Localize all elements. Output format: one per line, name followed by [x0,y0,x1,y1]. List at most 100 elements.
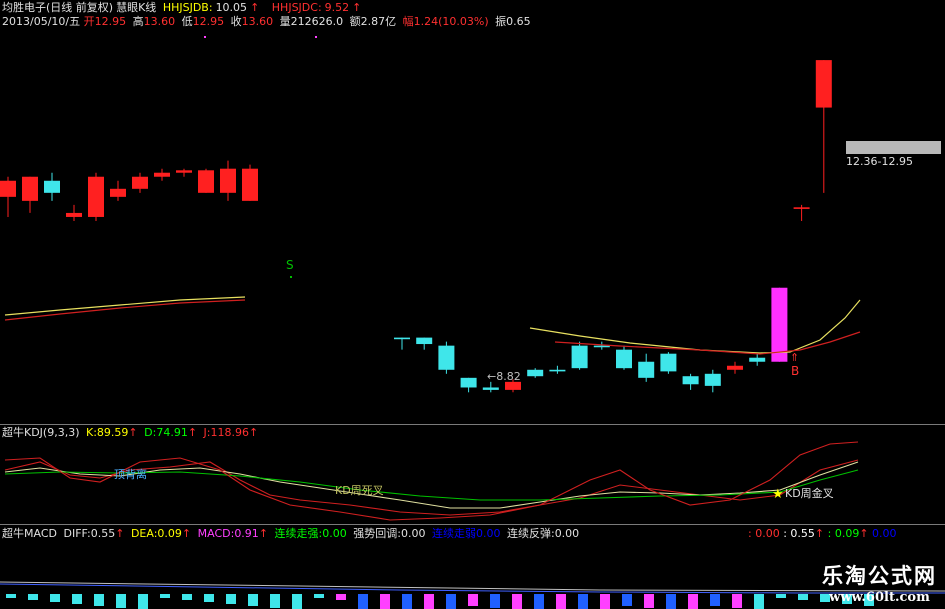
price-range-label: 12.36-12.95 [846,155,913,168]
macd-histogram-bar [688,594,698,609]
candle-body [704,373,721,386]
macd-histogram-bar [754,594,764,609]
candle-body [66,212,82,217]
ma-line-red-2 [554,331,861,355]
open-label: 开 [83,15,95,28]
low-value: 12.95 [192,15,225,28]
macd-histogram-bar [358,594,368,609]
candle-body [727,365,743,370]
amount-label: 额 [349,15,361,28]
right-value-4: 0.00 [872,527,897,540]
marker-dot [315,36,317,38]
right-arrow-2: ↑ [814,527,825,540]
macd-strong-value: 0.00 [322,527,347,540]
macd-histogram-bar [798,594,808,600]
kdj-header: 超牛KDJ(9,3,3) K:89.59↑ D:74.91↑ J:118.96↑ [2,426,261,439]
chart-header-line2: 2013/05/10/五 开12.95 高13.60 低12.95 收13.60… [2,15,534,28]
kdj-panel: 顶背离 KD周死叉 ★ KD周金叉 [4,441,859,521]
macd-diff-arrow: ↑ [115,527,125,540]
low-price-marker: ←8.82 [487,370,521,383]
price-panel: S ⇑B ←8.82 [0,36,861,393]
macd-histogram-bar [270,594,280,608]
high-value: 13.60 [143,15,176,28]
candle-body [460,377,477,388]
kdj-name: 超牛KDJ(9,3,3) [2,426,80,439]
right-arrow-3: ↑ [859,527,869,540]
watermark-url: www.60lt.com [829,590,930,605]
candle-body [815,60,832,108]
macd-histogram-bar [578,594,588,609]
macd-dea-value: 0.09 [157,527,182,540]
close-value: 13.60 [241,15,274,28]
macd-histogram-bar [138,594,148,609]
date: 2013/05/10/五 [2,15,81,28]
hhjsjdc-label: HHJSJDC: [271,1,322,14]
star-icon: ★ [772,487,784,502]
hhjsjdc-value: 9.52 [324,1,350,14]
macd-histogram-bar [160,594,170,598]
macd-histogram-bar [336,594,346,600]
candle-body [527,369,544,377]
candle-body [638,361,655,378]
indicator-name: 慧眼K线 [116,1,157,14]
kdj-k-value: 89.59 [96,426,129,439]
macd-histogram-bar [182,594,192,600]
panel-divider-macd [0,524,945,525]
candle-body [88,176,104,217]
kdj-k-arrow: ↑ [128,426,138,439]
macd-histogram-bar [424,594,434,609]
candle-body [438,345,455,370]
macd-histogram-bar [380,594,390,609]
macd-histogram-bar [204,594,214,602]
kdj-d-value: 74.91 [156,426,188,439]
amount-value: 2.87亿 [360,15,397,28]
macd-histogram-bar [776,594,786,598]
macd-histogram-bar [94,594,104,606]
right-value-1: : 0.00 [748,527,780,540]
candle-body [505,381,521,390]
annotation-top-divergence: 顶背离 [114,467,147,481]
macd-strong-label: 连续走强: [274,527,323,540]
macd-histogram-bar [50,594,60,602]
candle-body [616,349,632,369]
macd-diff-label: DIFF: [63,527,91,540]
kdj-d-label: D: [144,426,157,439]
candle-body [132,176,148,189]
candle-body [220,168,236,193]
candle-body [0,180,16,197]
low-label: 低 [181,15,193,28]
macd-histogram-bar [6,594,16,598]
macd-header: 超牛MACD DIFF:0.55↑ DEA:0.09↑ MACD:0.91↑ 连… [2,527,582,540]
sell-signal: S [286,258,294,272]
amplitude-value: 0.65 [506,15,531,28]
candle-body [771,287,788,362]
right-value-2: : 0.55 [783,527,815,540]
volume-label: 量 [279,15,291,28]
volume-value: 212626.0 [290,15,344,28]
macd-weak-value: 0.00 [475,527,501,540]
macd-right-values: : 0.00 : 0.55↑ : 0.09↑ 0.00 [748,527,897,540]
macd-pullback-value: 0.00 [400,527,426,540]
annotation-dead-cross: KD周死叉 [335,484,384,497]
annotation-gold-cross: KD周金叉 [785,486,834,500]
candle-body [682,376,699,385]
candle-body [44,180,60,193]
macd-histogram-bar [402,594,412,609]
change-label: 幅 [402,15,414,28]
kdj-k-label: K: [86,426,97,439]
macd-histogram-bar [534,594,544,609]
macd-histogram-bar [622,594,632,606]
kdj-j-value: 118.96 [210,426,250,439]
candle-body [749,357,766,362]
macd-macd-label: MACD: [197,527,235,540]
macd-weak-label: 连续走弱 [431,527,476,540]
watermark: 乐淘公式网 www.60lt.com [822,560,937,605]
close-label: 收 [230,15,242,28]
hhjsjdc-arrow: ↑ [352,1,362,14]
macd-histogram-bar [710,594,720,606]
candle-body [793,207,810,209]
candle-body [22,176,38,201]
macd-histogram-bar [314,594,324,598]
buy-arrow: ⇑ [790,351,799,364]
chart-canvas: S ⇑B ←8.82 顶背离 KD周死叉 ★ KD周金叉 [0,36,945,609]
